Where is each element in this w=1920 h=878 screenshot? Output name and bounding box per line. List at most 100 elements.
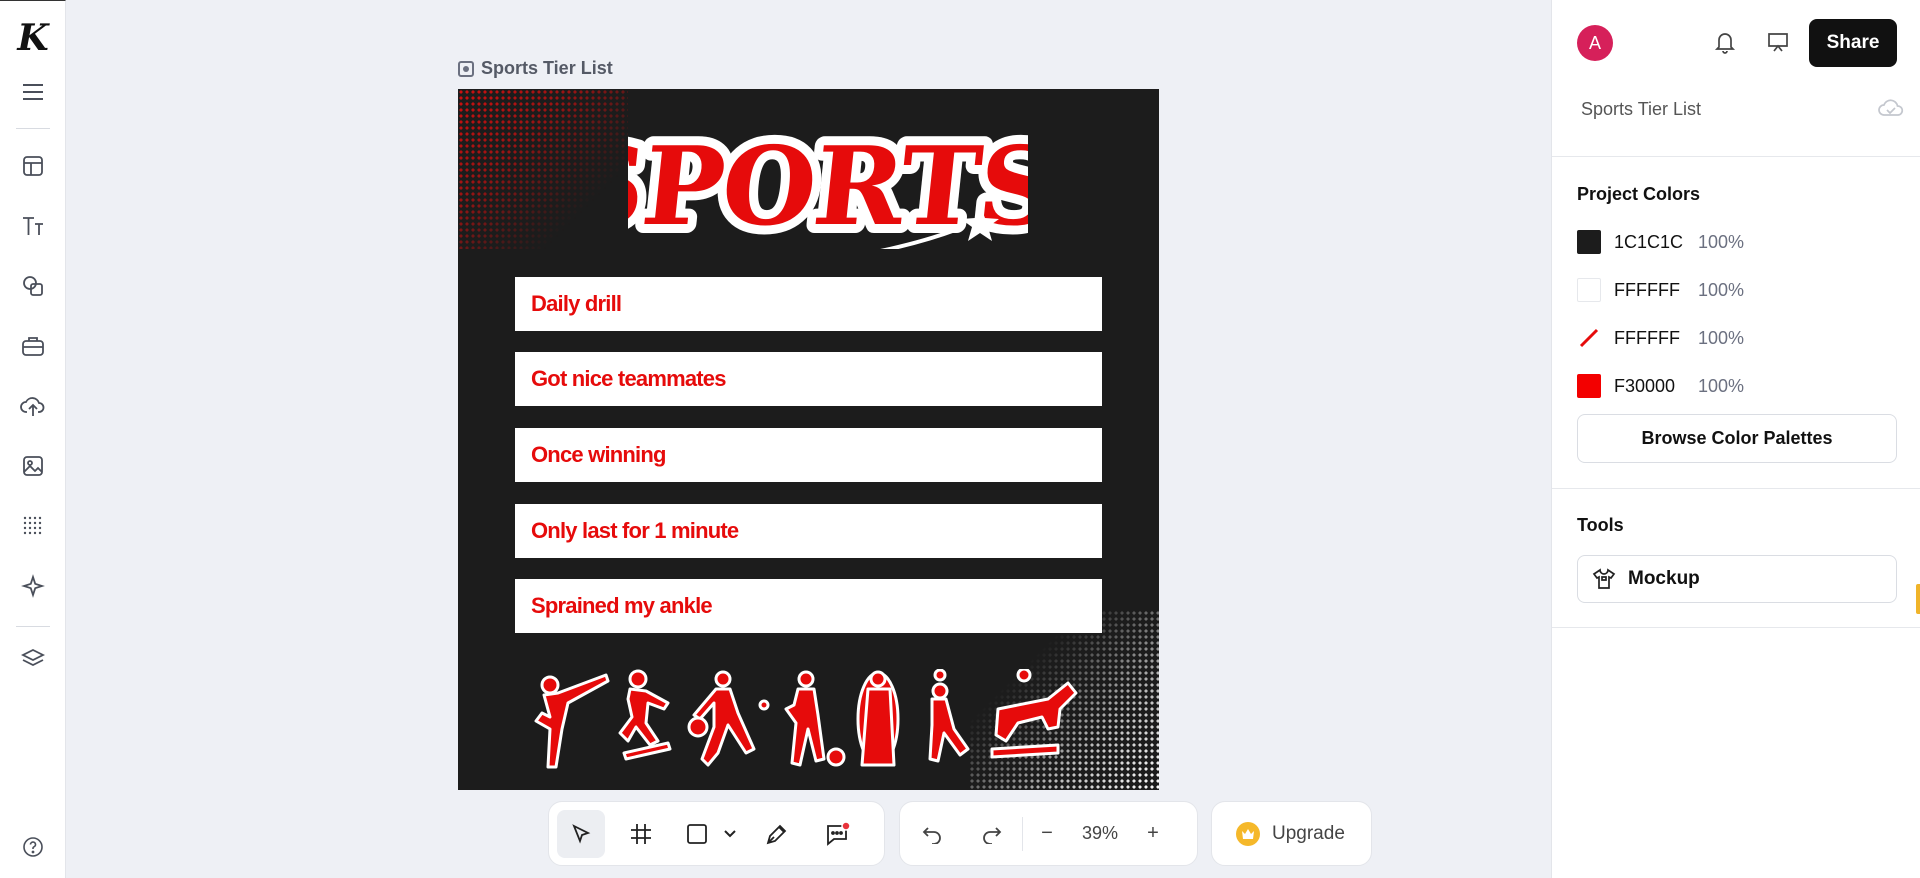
ai-sparkle-icon[interactable] <box>13 566 53 606</box>
tier-label: Only last for 1 minute <box>531 518 739 543</box>
share-button[interactable]: Share <box>1809 19 1897 67</box>
app-logo[interactable]: K <box>14 19 52 57</box>
color-row[interactable]: FFFFFF 100% <box>1577 277 1744 303</box>
color-row[interactable]: 1C1C1C 100% <box>1577 229 1744 255</box>
tier-row[interactable]: Sprained my ankle <box>515 579 1102 633</box>
mockup-label: Mockup <box>1628 568 1700 589</box>
frame-tool-button[interactable] <box>617 810 665 858</box>
properties-panel: A Share Sports Tier List Project Colors … <box>1551 0 1920 878</box>
skater-silhouette-icon <box>618 669 672 761</box>
shapes-icon[interactable] <box>13 266 53 306</box>
elements-icon[interactable] <box>13 326 53 366</box>
soccer-silhouette-icon <box>784 670 846 767</box>
rectangle-icon <box>687 823 707 844</box>
layers-icon[interactable] <box>13 639 53 679</box>
project-colors-title: Project Colors <box>1577 184 1701 204</box>
rectangle-tool-button[interactable] <box>677 810 717 858</box>
panel-divider <box>1552 488 1920 489</box>
upgrade-button[interactable]: Upgrade <box>1212 821 1369 846</box>
avatar[interactable]: A <box>1577 25 1613 61</box>
basketball-silhouette-icon <box>687 670 770 767</box>
panel-divider <box>1552 156 1920 157</box>
tier-label: Daily drill <box>531 291 622 316</box>
sports-heading[interactable]: SPORTS SPORTS <box>628 119 1028 249</box>
color-opacity: 100% <box>1698 279 1745 300</box>
equestrian-silhouette-icon <box>990 669 1078 759</box>
artboard-label[interactable]: Sports Tier List <box>458 58 613 79</box>
chevron-down-icon <box>724 829 736 837</box>
color-opacity: 100% <box>1698 231 1745 252</box>
templates-icon[interactable] <box>13 146 53 186</box>
tools-title: Tools <box>1577 515 1624 535</box>
color-swatch[interactable] <box>1577 374 1601 398</box>
menu-icon[interactable] <box>13 72 53 112</box>
tier-row[interactable]: Got nice teammates <box>515 352 1102 406</box>
tshirt-icon <box>1592 568 1616 589</box>
left-sidebar: K <box>0 0 66 878</box>
tier-row[interactable]: Daily drill <box>515 277 1102 331</box>
upgrade-label: Upgrade <box>1272 822 1345 844</box>
sidebar-divider <box>16 128 50 129</box>
stroke-color-swatch[interactable] <box>1577 326 1601 350</box>
redo-button[interactable] <box>968 810 1016 858</box>
artboard-title: Sports Tier List <box>481 58 613 78</box>
bell-icon <box>1714 33 1736 54</box>
pen-icon <box>766 824 787 844</box>
zoom-in-button[interactable]: + <box>1135 810 1171 858</box>
color-hex: F30000 <box>1614 375 1676 396</box>
color-hex: FFFFFF <box>1614 327 1680 348</box>
mockup-button[interactable]: Mockup <box>1577 555 1897 603</box>
upgrade-toolbar: Upgrade <box>1211 801 1372 866</box>
color-hex: 1C1C1C <box>1614 231 1684 252</box>
zoom-out-button[interactable]: − <box>1029 810 1065 858</box>
pattern-icon[interactable] <box>13 506 53 546</box>
edge-accent-tab[interactable] <box>1916 584 1920 614</box>
tier-row[interactable]: Once winning <box>515 428 1102 482</box>
browse-color-palettes-button[interactable]: Browse Color Palettes <box>1577 414 1897 463</box>
sports-heading-text: SPORTS <box>628 122 1028 249</box>
color-hex: FFFFFF <box>1614 279 1680 300</box>
zoom-level[interactable]: 39% <box>1065 823 1135 844</box>
notifications-button[interactable] <box>1711 28 1739 56</box>
image-icon[interactable] <box>13 446 53 486</box>
rugby-silhouette-icon <box>856 670 900 767</box>
artboard[interactable]: SPORTS SPORTS Daily drill Got nice teamm… <box>458 89 1159 790</box>
presentation-icon <box>1768 33 1788 52</box>
karate-silhouette-icon <box>534 673 610 769</box>
shape-dropdown-button[interactable] <box>717 810 743 858</box>
crown-icon <box>1236 821 1260 846</box>
text-icon[interactable] <box>13 206 53 246</box>
pointer-icon <box>572 823 591 844</box>
athlete-silhouettes[interactable] <box>528 669 1088 769</box>
color-row[interactable]: FFFFFF 100% <box>1577 325 1744 351</box>
color-opacity: 100% <box>1698 375 1745 396</box>
color-swatch[interactable] <box>1577 278 1601 302</box>
color-swatch[interactable] <box>1577 230 1601 254</box>
select-tool-button[interactable] <box>557 809 605 858</box>
tier-label: Got nice teammates <box>531 366 726 391</box>
upload-icon[interactable] <box>13 386 53 426</box>
present-button[interactable] <box>1764 28 1792 56</box>
project-name[interactable]: Sports Tier List <box>1581 99 1701 120</box>
comment-tool-button[interactable] <box>813 810 861 858</box>
pen-tool-button[interactable] <box>753 810 801 858</box>
color-row[interactable]: F30000 100% <box>1577 373 1744 399</box>
halftone-decoration-red <box>458 89 628 249</box>
tier-label: Once winning <box>531 442 666 467</box>
notification-dot <box>841 821 850 831</box>
undo-button[interactable] <box>908 810 956 858</box>
redo-icon <box>983 826 1002 844</box>
cloud-saved-icon <box>1877 96 1905 120</box>
panel-divider <box>1552 627 1920 628</box>
volleyball-silhouette-icon <box>928 669 970 763</box>
sidebar-divider <box>16 626 50 627</box>
toolbar-divider <box>1022 816 1023 851</box>
color-opacity: 100% <box>1698 327 1745 348</box>
history-zoom-toolbar: − 39% + <box>899 801 1198 866</box>
tier-row[interactable]: Only last for 1 minute <box>515 504 1102 558</box>
artboard-icon <box>458 60 474 77</box>
canvas-tools-toolbar <box>548 801 885 866</box>
tier-label: Sprained my ankle <box>531 593 713 618</box>
help-icon[interactable] <box>13 827 53 867</box>
frame-icon <box>631 823 651 844</box>
